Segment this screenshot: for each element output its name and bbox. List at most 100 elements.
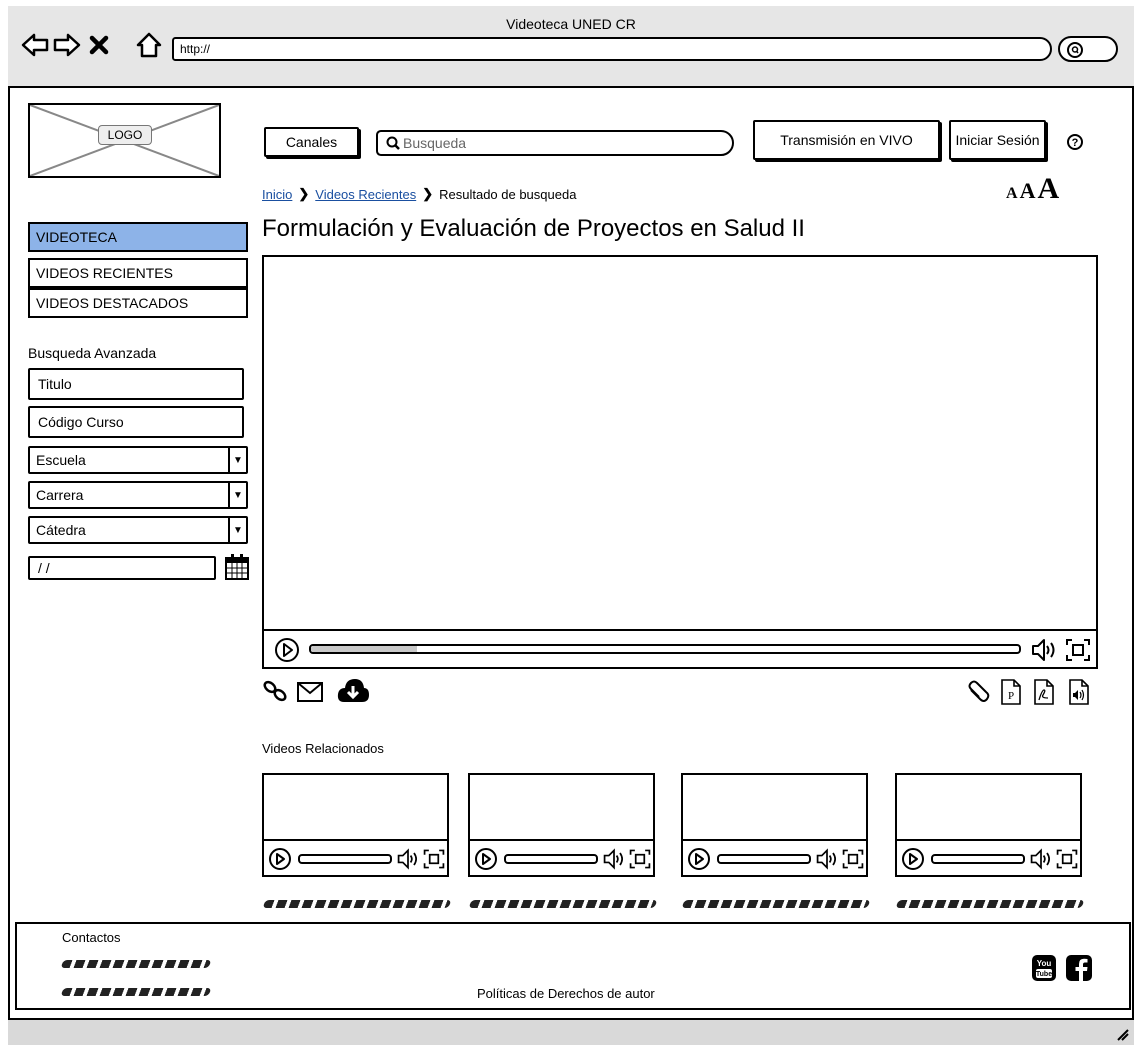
search-placeholder: Busqueda [403,135,467,151]
thumbnail-progress-bar[interactable] [504,854,598,864]
course-code-field[interactable]: Código Curso [28,406,244,438]
home-icon[interactable] [134,30,164,60]
chair-select-value: Cátedra [36,522,86,538]
link-icon[interactable] [262,679,290,703]
school-select-value: Escuela [36,452,86,468]
font-small-button[interactable]: A [1006,185,1018,203]
title-field[interactable]: Titulo [28,368,244,400]
advanced-search-title: Busqueda Avanzada [28,345,157,361]
browser-statusbar [8,1018,1134,1045]
search-input[interactable]: Busqueda [376,130,734,156]
chair-select[interactable]: Cátedra ▼ [28,516,248,544]
font-medium-button[interactable]: A [1020,178,1036,204]
dropdown-arrow-icon[interactable]: ▼ [228,483,246,507]
youtube-icon[interactable]: You Tube [1031,954,1057,982]
forward-arrow-icon[interactable] [52,30,82,60]
footer: Contactos Políticas de Derechos de autor… [15,922,1131,1010]
browser-search-button[interactable] [1058,36,1118,62]
login-button[interactable]: Iniciar Sesión [949,120,1046,160]
page-title: Formulación y Evaluación de Proyectos en… [262,215,805,242]
pdf-file-icon[interactable] [1033,678,1055,706]
thumbnail-controls [470,839,653,875]
chevron-right-icon: ❯ [298,186,310,201]
related-video-caption-scribble [468,900,658,908]
volume-icon[interactable] [815,847,839,871]
facebook-icon[interactable] [1065,954,1093,982]
fullscreen-icon[interactable] [422,847,446,871]
help-icon[interactable]: ? [1066,133,1084,151]
chevron-right-icon: ❯ [422,186,434,201]
volume-icon[interactable] [396,847,420,871]
search-icon [386,136,400,150]
url-field[interactable]: http:// [172,37,1052,61]
sidebar-item-destacados[interactable]: VIDEOS DESTACADOS [28,288,248,318]
logo-placeholder: LOGO [28,103,221,178]
sidebar-item-recientes[interactable]: VIDEOS RECIENTES [28,258,248,288]
play-icon[interactable] [687,847,711,871]
contact-line-scribble [60,988,212,996]
volume-icon[interactable] [1030,637,1058,663]
volume-icon[interactable] [1029,847,1053,871]
related-video-thumbnail[interactable] [468,773,655,877]
contacts-title: Contactos [62,930,121,945]
window-title: Videoteca UNED CR [506,16,636,32]
thumbnail-progress-bar[interactable] [717,854,811,864]
breadcrumb-home-link[interactable]: Inicio [262,187,292,202]
calendar-icon[interactable] [224,553,250,581]
logo-text: LOGO [98,125,152,145]
thumbnail-progress-bar[interactable] [931,854,1025,864]
related-video-thumbnail[interactable] [262,773,449,877]
progress-fill [311,646,418,652]
copyright-policy-link[interactable]: Políticas de Derechos de autor [477,986,655,1001]
play-icon[interactable] [274,637,300,663]
date-field[interactable]: / / [28,556,216,580]
related-video-caption-scribble [895,900,1085,908]
sidebar-item-videoteca[interactable]: VIDEOTECA [28,222,248,252]
live-stream-button[interactable]: Transmisión en VIVO [753,120,940,160]
school-select[interactable]: Escuela ▼ [28,446,248,474]
breadcrumb-current: Resultado de busqueda [439,186,577,202]
thumbnail-controls [683,839,866,875]
related-video-caption-scribble [262,900,452,908]
back-arrow-icon[interactable] [20,30,50,60]
email-icon[interactable] [296,681,324,703]
fullscreen-icon[interactable] [1055,847,1079,871]
career-select[interactable]: Carrera ▼ [28,481,248,509]
dropdown-arrow-icon[interactable]: ▼ [228,518,246,542]
attachment-icon[interactable] [966,680,990,706]
audio-file-icon[interactable] [1068,678,1090,706]
volume-icon[interactable] [602,847,626,871]
close-x-icon[interactable] [84,30,114,60]
resize-grip-icon [1117,1029,1129,1041]
breadcrumb: Inicio ❯ Videos Recientes ❯ Resultado de… [262,186,576,202]
video-progress-bar[interactable] [309,644,1021,654]
magnifier-icon [1067,42,1083,58]
channels-button[interactable]: Canales [264,127,359,157]
related-video-thumbnail[interactable] [895,773,1082,877]
related-video-caption-scribble [681,900,871,908]
player-controls [264,629,1096,667]
fullscreen-icon[interactable] [628,847,652,871]
fullscreen-icon[interactable] [841,847,865,871]
cloud-download-icon[interactable] [336,676,370,704]
play-icon[interactable] [901,847,925,871]
svg-text:Tube: Tube [1036,971,1052,978]
related-videos-title: Videos Relacionados [262,741,384,756]
career-select-value: Carrera [36,487,84,503]
play-icon[interactable] [474,847,498,871]
svg-text:P: P [1008,690,1014,702]
svg-text:?: ? [1072,137,1079,149]
video-player[interactable] [262,255,1098,669]
font-large-button[interactable]: A [1037,172,1059,206]
dropdown-arrow-icon[interactable]: ▼ [228,448,246,472]
svg-text:You: You [1037,959,1052,968]
breadcrumb-recent-link[interactable]: Videos Recientes [315,187,416,202]
thumbnail-progress-bar[interactable] [298,854,392,864]
play-icon[interactable] [268,847,292,871]
ppt-file-icon[interactable]: P [1000,678,1022,706]
fullscreen-icon[interactable] [1064,637,1092,663]
related-video-thumbnail[interactable] [681,773,868,877]
thumbnail-controls [897,839,1080,875]
contact-line-scribble [60,960,212,968]
thumbnail-controls [264,839,447,875]
